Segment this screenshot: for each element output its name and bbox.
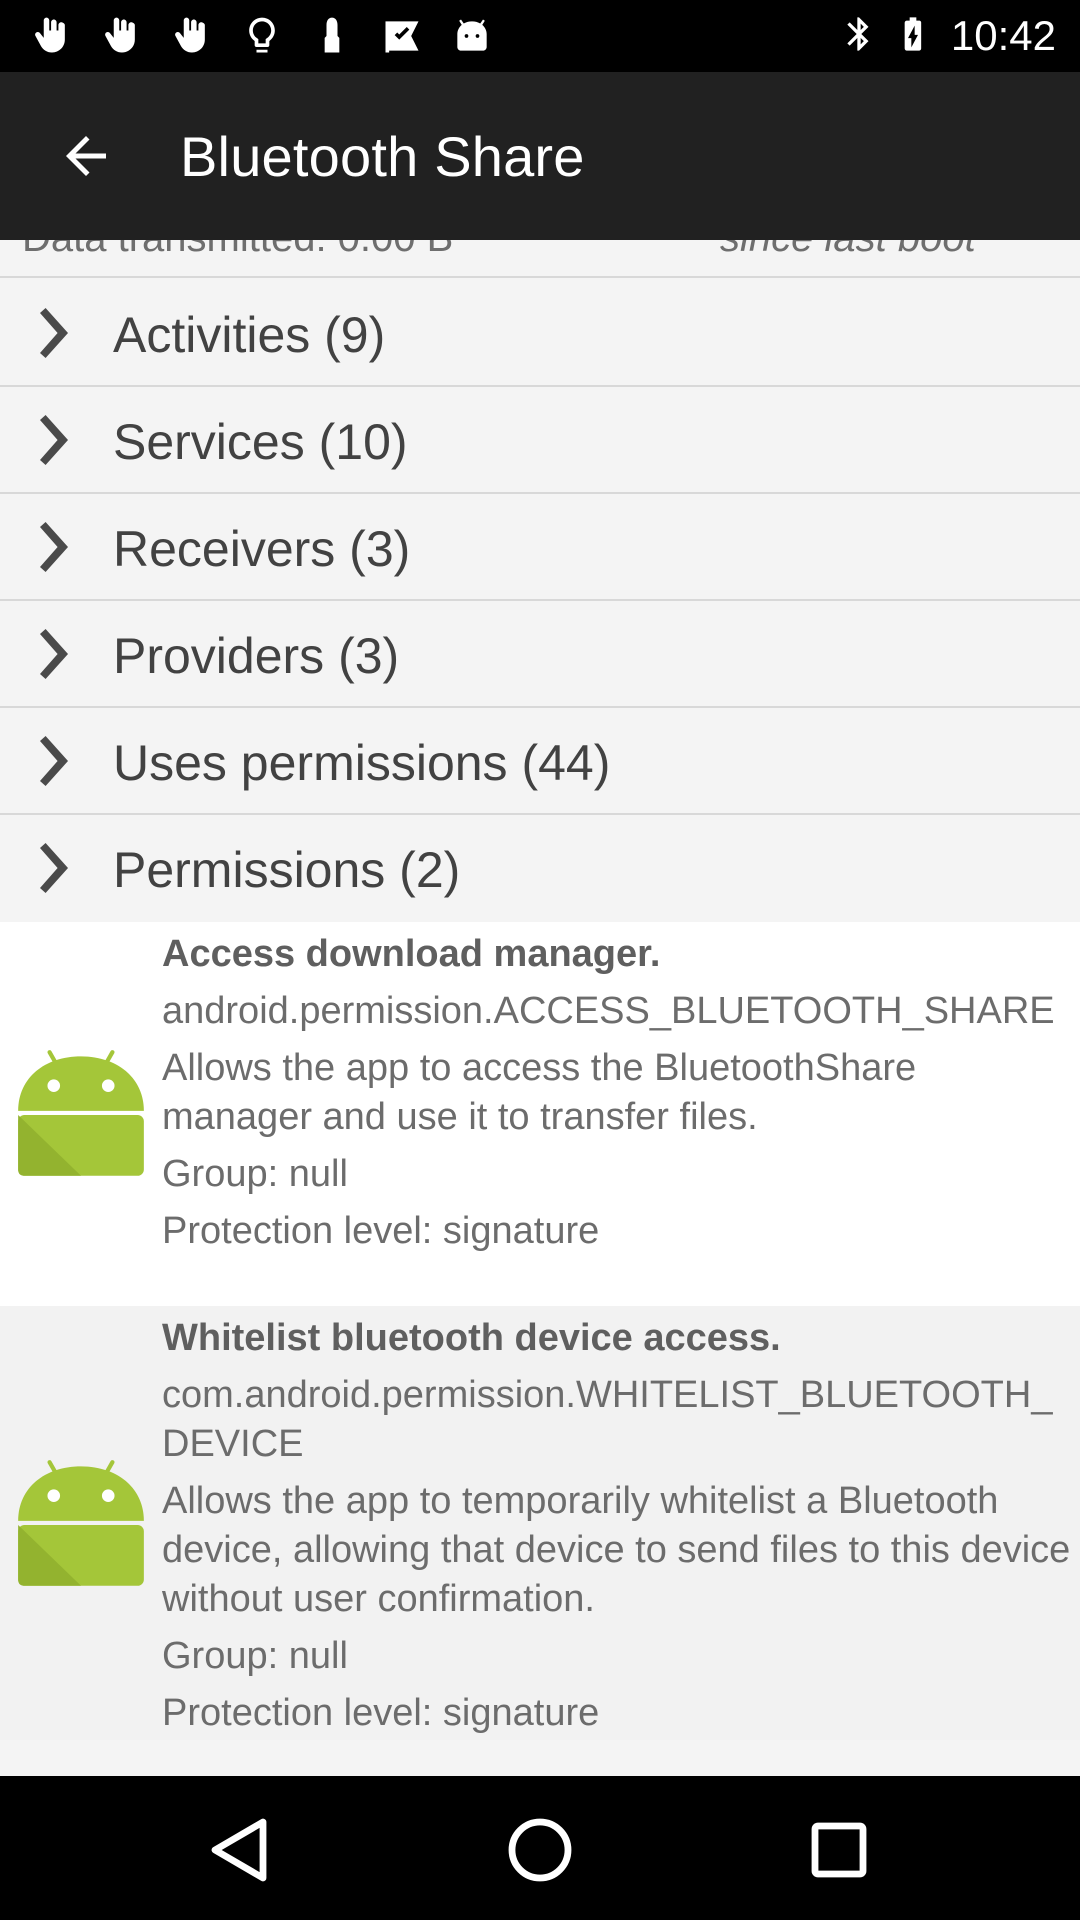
- lightbulb-icon: [238, 12, 286, 60]
- check-flag-icon: [378, 12, 426, 60]
- section-label: Services (10): [113, 414, 408, 470]
- section-uses-permissions[interactable]: Uses permissions (44): [0, 708, 1080, 815]
- permission-description: Allows the app to access the BluetoothSh…: [162, 1047, 917, 1138]
- nav-recents-button[interactable]: [791, 1802, 887, 1898]
- content-list[interactable]: Data transmitted: 0.00 B since last boot…: [0, 240, 1080, 1776]
- bluetooth-icon: [839, 12, 879, 61]
- permission-title: Access download manager.: [162, 933, 661, 975]
- nav-back-button[interactable]: [193, 1802, 289, 1898]
- app-bar: Bluetooth Share: [0, 72, 1080, 240]
- section-label: Permissions (2): [113, 842, 461, 898]
- section-providers[interactable]: Providers (3): [0, 601, 1080, 708]
- permission-group: Group: null: [162, 1635, 348, 1677]
- nav-recents-square-icon: [811, 1822, 867, 1878]
- permission-item[interactable]: Whitelist bluetooth device access. com.a…: [0, 1306, 1080, 1740]
- data-transmitted-text: Data transmitted: 0.00 B: [22, 240, 453, 261]
- permission-name: com.android.permission.WHITELIST_BLUETOO…: [162, 1374, 1053, 1465]
- arrow-back-icon: [66, 136, 106, 176]
- chevron-right-icon: [28, 734, 76, 788]
- navigation-bar: [0, 1776, 1080, 1920]
- battery-icon: [893, 12, 933, 61]
- chevron-right-icon: [28, 413, 76, 467]
- permission-details: Whitelist bluetooth device access. com.a…: [162, 1314, 1072, 1746]
- permission-title: Whitelist bluetooth device access.: [162, 1317, 781, 1359]
- chevron-right-icon: [28, 306, 76, 360]
- status-time: 10:42: [950, 12, 1056, 59]
- permission-name: android.permission.ACCESS_BLUETOOTH_SHAR…: [162, 990, 1055, 1032]
- since-last-boot-text: since last boot: [720, 240, 976, 261]
- section-label: Providers (3): [113, 628, 400, 684]
- status-bar: 10:42: [0, 0, 1080, 72]
- chevron-right-icon: [28, 841, 76, 895]
- section-label: Uses permissions (44): [113, 735, 611, 791]
- notification-icons: [28, 12, 496, 60]
- section-permissions[interactable]: Permissions (2): [0, 815, 1080, 922]
- section-receivers[interactable]: Receivers (3): [0, 494, 1080, 601]
- nav-home-circle-icon: [508, 1818, 572, 1882]
- android-bot-icon: [448, 12, 496, 60]
- section-services[interactable]: Services (10): [0, 387, 1080, 494]
- permission-item[interactable]: Access download manager. android.permiss…: [0, 922, 1080, 1306]
- next-section-partial[interactable]: [0, 1740, 1080, 1776]
- data-transmitted-row: Data transmitted: 0.00 B since last boot: [0, 240, 1080, 278]
- page-title: Bluetooth Share: [180, 125, 585, 188]
- section-label: Receivers (3): [113, 521, 411, 577]
- section-label: Activities (9): [113, 307, 386, 363]
- section-activities[interactable]: Activities (9): [0, 280, 1080, 387]
- android-icon: [18, 1050, 144, 1176]
- permission-description: Allows the app to temporarily whitelist …: [162, 1480, 1071, 1620]
- back-button[interactable]: [42, 112, 130, 200]
- permission-details: Access download manager. android.permiss…: [162, 930, 1072, 1264]
- nav-back-triangle-icon: [211, 1818, 267, 1882]
- permission-group: Group: null: [162, 1153, 348, 1195]
- chevron-right-icon: [28, 627, 76, 681]
- system-icons: 10:42: [839, 12, 1056, 60]
- hand-icon: [28, 12, 76, 60]
- hand-icon: [98, 12, 146, 60]
- android-icon: [18, 1460, 144, 1586]
- permission-protection-level: Protection level: signature: [162, 1692, 600, 1734]
- thumb-icon: [308, 12, 356, 60]
- nav-home-button[interactable]: [492, 1802, 588, 1898]
- permission-protection-level: Protection level: signature: [162, 1210, 600, 1252]
- chevron-right-icon: [28, 520, 76, 574]
- hand-icon: [168, 12, 216, 60]
